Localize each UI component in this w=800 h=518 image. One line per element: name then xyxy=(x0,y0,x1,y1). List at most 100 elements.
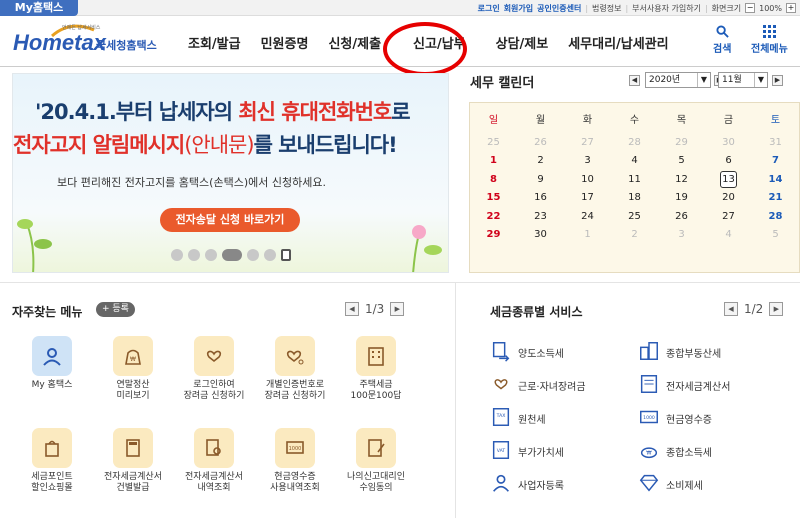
calendar-day[interactable]: 27 xyxy=(564,137,611,148)
promo-banner[interactable]: '20.4.1.부터 납세자의 최신 휴대전화번호로 전자고지 알림메시지(안내… xyxy=(12,73,449,273)
favorite-item[interactable]: ₩ 연말정산 미리보기 xyxy=(93,336,173,402)
calendar-day[interactable]: 28 xyxy=(611,137,658,148)
nav-tax-agent[interactable]: 세무대리/납세관리 xyxy=(558,33,678,52)
calendar-day[interactable]: 28 xyxy=(752,211,799,222)
calendar-day[interactable]: 5 xyxy=(752,229,799,240)
my-hometax-tab[interactable]: My홈택스 xyxy=(0,0,78,16)
nav-inquiry-issue[interactable]: 조회/발급 xyxy=(178,33,251,52)
service-item[interactable]: ₩ 종합소득세 xyxy=(638,439,712,464)
search-button[interactable]: 검색 xyxy=(713,25,731,55)
month-select[interactable]: 11월 ▼ xyxy=(718,72,768,88)
calendar-day[interactable]: 15 xyxy=(470,192,517,203)
calendar-day[interactable]: 3 xyxy=(564,155,611,166)
calendar-day[interactable]: 7 xyxy=(752,155,799,166)
calendar-day[interactable]: 31 xyxy=(752,137,799,148)
calendar-day[interactable]: 10 xyxy=(564,174,611,185)
favorite-item[interactable]: 전자세금계산서 내역조회 xyxy=(174,428,254,494)
nav-apply-submit[interactable]: 신청/제출 xyxy=(318,33,391,52)
calendar-day[interactable]: 27 xyxy=(705,211,752,222)
calendar-day[interactable]: 29 xyxy=(658,137,705,148)
dept-user-signup-link[interactable]: 부서사용자 가입하기 xyxy=(632,3,701,14)
favorite-item[interactable]: 세금포인트 할인쇼핑몰 xyxy=(12,428,92,494)
favorite-item[interactable]: 전자세금계산서 건별발급 xyxy=(93,428,173,494)
next-page-button[interactable]: ▶ xyxy=(769,302,784,316)
calendar-day[interactable]: 18 xyxy=(611,192,658,203)
calendar-day[interactable]: 2 xyxy=(611,229,658,240)
calendar-day[interactable]: 8 xyxy=(470,174,517,185)
calendar-day[interactable]: 1 xyxy=(564,229,611,240)
calendar-day[interactable]: 30 xyxy=(517,229,564,240)
calendar-day[interactable]: 17 xyxy=(564,192,611,203)
cert-center-link[interactable]: 공인인증센터 xyxy=(537,3,581,14)
calendar-day[interactable]: 5 xyxy=(658,155,705,166)
prev-page-button[interactable]: ◀ xyxy=(345,302,359,316)
all-menu-button[interactable]: 전체메뉴 xyxy=(751,25,788,55)
day-number: 29 xyxy=(486,229,501,241)
prev-year-button[interactable]: ◀ xyxy=(629,75,640,86)
pause-icon[interactable] xyxy=(281,249,291,261)
prev-page-button[interactable]: ◀ xyxy=(724,302,738,316)
favorite-item[interactable]: 개별인증번호로 장려금 신청하기 xyxy=(255,336,335,402)
calendar-day[interactable]: 4 xyxy=(611,155,658,166)
nav-civil-cert[interactable]: 민원증명 xyxy=(251,33,319,52)
service-item[interactable]: 근로·자녀장려금 xyxy=(490,373,586,398)
service-item[interactable]: 소비제세 xyxy=(638,472,703,497)
next-month-button[interactable]: ▶ xyxy=(772,75,783,86)
banner-dot[interactable] xyxy=(171,249,183,261)
login-link[interactable]: 로그인 xyxy=(478,3,500,14)
calendar-day[interactable]: 22 xyxy=(470,211,517,222)
calendar-day[interactable]: 24 xyxy=(564,211,611,222)
e-delivery-apply-button[interactable]: 전자송달 신청 바로가기 xyxy=(160,208,300,232)
day-number: 10 xyxy=(581,173,594,185)
calendar-day[interactable]: 25 xyxy=(470,137,517,148)
banner-dot[interactable] xyxy=(247,249,259,261)
calendar-day[interactable]: 2 xyxy=(517,155,564,166)
banner-dot[interactable] xyxy=(205,249,217,261)
next-page-button[interactable]: ▶ xyxy=(390,302,405,316)
calendar-day[interactable]: 19 xyxy=(658,192,705,203)
nav-consult-report[interactable]: 상담/제보 xyxy=(486,33,559,52)
zoom-in-button[interactable]: + xyxy=(786,3,796,13)
favorite-item[interactable]: My 홈택스 xyxy=(12,336,92,391)
zoom-out-button[interactable]: − xyxy=(745,3,756,13)
calendar-day[interactable]: 30 xyxy=(705,137,752,148)
calendar-day[interactable]: 3 xyxy=(658,229,705,240)
favorite-item[interactable]: 로그인하여 장려금 신청하기 xyxy=(174,336,254,402)
calendar-day[interactable]: 29 xyxy=(470,229,517,240)
calendar-day[interactable]: 23 xyxy=(517,211,564,222)
service-item[interactable]: 사업자등록 xyxy=(490,472,564,497)
calendar-day[interactable]: 26 xyxy=(517,137,564,148)
signup-link[interactable]: 회원가입 xyxy=(504,3,533,14)
banner-dot[interactable] xyxy=(188,249,200,261)
calendar-day[interactable]: 13 xyxy=(705,170,752,188)
calendar-day[interactable]: 25 xyxy=(611,211,658,222)
calendar-day[interactable]: 9 xyxy=(517,174,564,185)
calendar-day[interactable]: 20 xyxy=(705,192,752,203)
favorite-item[interactable]: 1000 현금영수증 사용내역조회 xyxy=(255,428,335,494)
law-info-link[interactable]: 법령정보 xyxy=(592,3,621,14)
calendar-day[interactable]: 16 xyxy=(517,192,564,203)
calendar-day[interactable]: 11 xyxy=(611,174,658,185)
banner-dot-active[interactable] xyxy=(222,249,242,261)
calendar-day[interactable]: 4 xyxy=(705,229,752,240)
service-item[interactable]: 종합부동산세 xyxy=(638,340,721,365)
favorite-item[interactable]: 주택세금 100문100답 xyxy=(336,336,416,402)
services-title: 세금종류별 서비스 xyxy=(490,305,583,319)
calendar-day[interactable]: 12 xyxy=(658,174,705,185)
favorite-item[interactable]: 나의신고대리인 수임동의 xyxy=(336,428,416,494)
service-item[interactable]: 전자세금계산서 xyxy=(638,373,730,398)
calendar-day[interactable]: 6 xyxy=(705,155,752,166)
banner-dot[interactable] xyxy=(264,249,276,261)
year-select[interactable]: 2020년 ▼ xyxy=(645,72,711,88)
calendar-day[interactable]: 1 xyxy=(470,155,517,166)
service-item[interactable]: 양도소득세 xyxy=(490,340,564,365)
calendar-day[interactable]: 26 xyxy=(658,211,705,222)
service-item[interactable]: VAT 부가가치세 xyxy=(490,439,564,464)
hometax-logo[interactable]: 언제든 납세서비스 Hometax 국세청홈택스 xyxy=(10,21,170,59)
add-favorite-button[interactable]: + 등록 xyxy=(96,302,135,317)
calendar-day[interactable]: 21 xyxy=(752,192,799,203)
service-label: 양도소득세 xyxy=(518,349,564,360)
calendar-day[interactable]: 14 xyxy=(752,174,799,185)
service-item[interactable]: TAX 원천세 xyxy=(490,406,546,431)
service-item[interactable]: 1000 현금영수증 xyxy=(638,406,712,431)
